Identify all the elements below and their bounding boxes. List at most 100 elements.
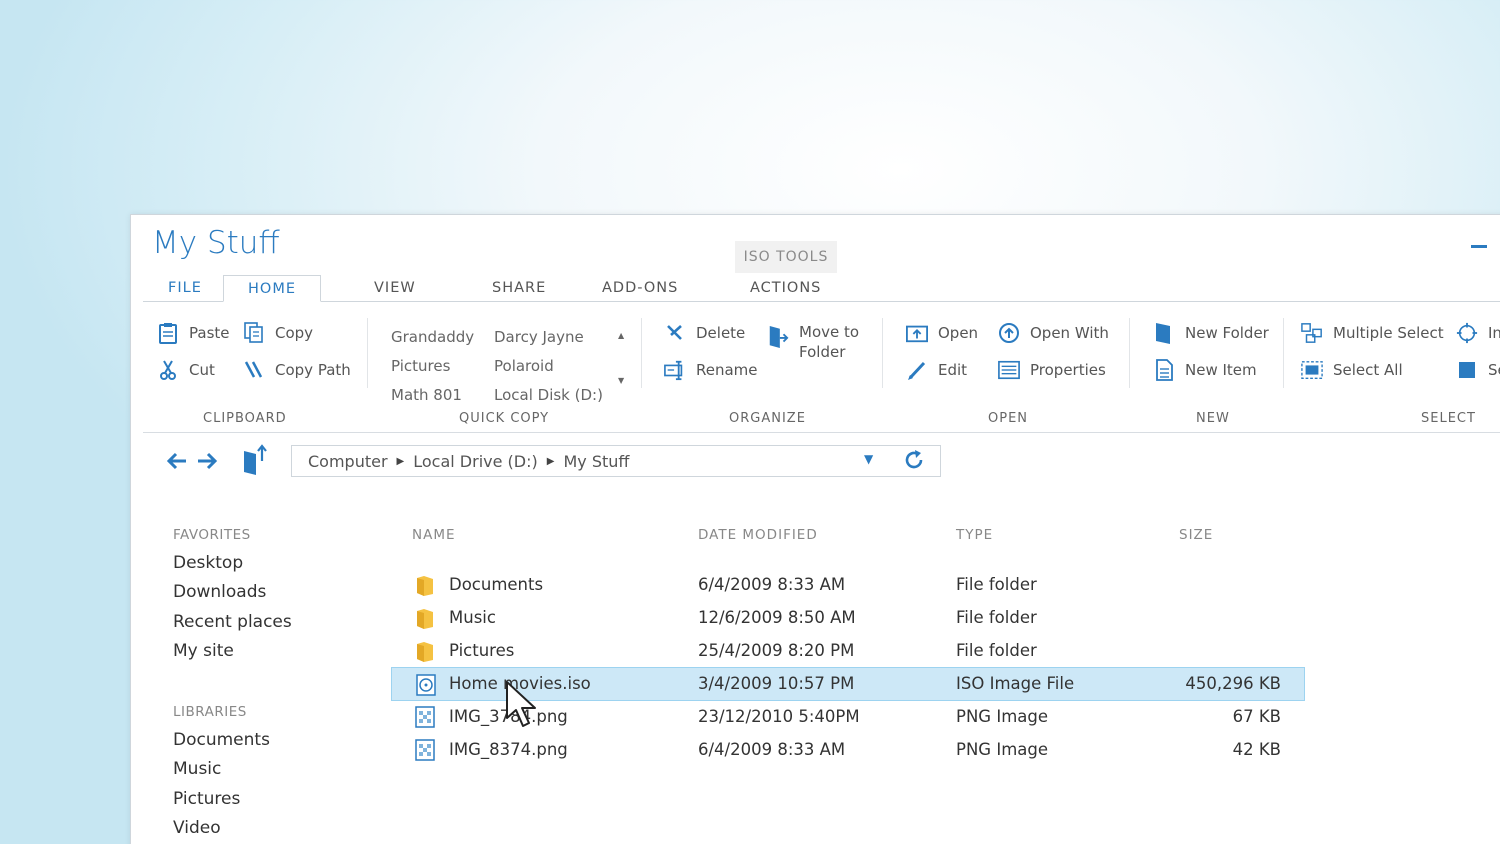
image-file-icon [415, 706, 435, 728]
breadcrumb-computer[interactable]: Computer [308, 452, 388, 471]
cut-button[interactable]: Cut [157, 359, 215, 381]
file-size [1151, 634, 1281, 668]
quick-copy-item[interactable]: Grandaddy [391, 328, 474, 346]
breadcrumb-my-stuff[interactable]: My Stuff [563, 452, 629, 471]
quick-copy-item[interactable]: Polaroid [494, 357, 554, 375]
open-label: Open [938, 324, 979, 342]
file-type: ISO Image File [956, 674, 1075, 693]
table-row[interactable]: Pictures 25/4/2009 8:20 PM File folder [391, 634, 1305, 668]
address-dropdown-icon[interactable]: ▼ [864, 452, 873, 466]
multiple-select-label: Multiple Select [1333, 324, 1444, 342]
move-to-folder-button[interactable]: Move to Folder [767, 322, 859, 362]
tab-file[interactable]: FILE [168, 275, 202, 302]
sidebar-item-downloads[interactable]: Downloads [173, 582, 266, 602]
open-with-label: Open With [1030, 324, 1109, 342]
scroll-down-icon[interactable]: ▼ [618, 376, 624, 385]
refresh-icon[interactable] [902, 448, 926, 476]
column-header-date[interactable]: DATE MODIFIED [698, 527, 818, 543]
file-date: 12/6/2009 8:50 AM [698, 608, 856, 627]
file-size [1151, 568, 1281, 602]
file-size: 450,296 KB [1185, 674, 1281, 693]
copy-path-button[interactable]: Copy Path [243, 359, 351, 381]
minimize-button[interactable] [1471, 245, 1487, 248]
open-with-button[interactable]: Open With [998, 322, 1109, 344]
open-button[interactable]: Open [906, 322, 978, 344]
sidebar-item-desktop[interactable]: Desktop [173, 553, 243, 573]
navigation-bar: Computer ▶ Local Drive (D:) ▶ My Stuff ▼ [131, 433, 1500, 493]
sidebar-item-music[interactable]: Music [173, 759, 221, 779]
file-date: 25/4/2009 8:20 PM [698, 641, 855, 660]
file-explorer-window: My Stuff ISO TOOLS FILE HOME VIEW SHARE … [130, 214, 1500, 844]
rename-button[interactable]: Rename [664, 359, 758, 381]
forward-arrow-icon[interactable] [195, 449, 219, 477]
multiple-select-button[interactable]: Multiple Select [1301, 322, 1444, 344]
open-with-icon [998, 322, 1020, 344]
column-header-size[interactable]: SIZE [1179, 527, 1213, 543]
invert-selection-icon [1456, 322, 1478, 344]
tab-actions[interactable]: ACTIONS [750, 275, 821, 302]
folder-icon [415, 574, 435, 596]
folder-icon [415, 607, 435, 629]
new-folder-button[interactable]: New Folder [1153, 322, 1269, 344]
organize-group-label: ORGANIZE [729, 411, 806, 426]
context-tab-header: ISO TOOLS [735, 241, 837, 273]
scroll-up-icon[interactable]: ▲ [618, 331, 624, 340]
invert-selection-label: In [1488, 324, 1500, 342]
table-row[interactable]: Documents 6/4/2009 8:33 AM File folder [391, 568, 1305, 602]
rename-icon [664, 359, 686, 381]
quick-copy-item[interactable]: Darcy Jayne [494, 328, 584, 346]
quick-copy-item[interactable]: Math 801 [391, 386, 462, 404]
table-row[interactable]: Music 12/6/2009 8:50 AM File folder [391, 601, 1305, 635]
quick-copy-group-label: QUICK COPY [459, 411, 550, 426]
paste-label: Paste [189, 324, 230, 342]
edit-button[interactable]: Edit [906, 359, 967, 381]
properties-button[interactable]: Properties [998, 359, 1106, 381]
quick-copy-item[interactable]: Pictures [391, 357, 450, 375]
select-none-label: Se [1488, 361, 1500, 379]
select-square-icon [1456, 359, 1478, 381]
new-item-icon [1153, 359, 1175, 381]
table-row[interactable]: IMG_8374.png 6/4/2009 8:33 AM PNG Image … [391, 733, 1305, 767]
tab-home[interactable]: HOME [223, 275, 321, 302]
up-folder-icon[interactable] [241, 443, 269, 481]
paste-button[interactable]: Paste [157, 322, 230, 344]
select-none-button[interactable]: Se [1456, 359, 1500, 381]
select-group-label: SELECT [1421, 411, 1476, 426]
file-date: 6/4/2009 8:33 AM [698, 575, 846, 594]
new-group-label: NEW [1196, 411, 1230, 426]
paste-icon [157, 322, 179, 344]
file-size: 42 KB [1232, 740, 1281, 759]
copy-path-label: Copy Path [275, 361, 351, 379]
file-name: Documents [449, 575, 544, 594]
invert-selection-button[interactable]: In [1456, 322, 1500, 344]
back-arrow-icon[interactable] [165, 449, 189, 477]
breadcrumb-chevron-icon[interactable]: ▶ [547, 456, 555, 467]
address-bar[interactable]: Computer ▶ Local Drive (D:) ▶ My Stuff ▼ [291, 445, 941, 477]
sidebar-item-video[interactable]: Video [173, 818, 221, 838]
breadcrumb-chevron-icon[interactable]: ▶ [397, 456, 405, 467]
image-file-icon [415, 739, 435, 761]
iso-file-icon [416, 674, 436, 696]
tab-add-ons[interactable]: ADD-ONS [602, 275, 678, 302]
pencil-icon [906, 359, 928, 381]
new-item-button[interactable]: New Item [1153, 359, 1257, 381]
column-header-type[interactable]: TYPE [956, 527, 993, 543]
select-all-button[interactable]: Select All [1301, 359, 1403, 381]
sidebar-item-pictures[interactable]: Pictures [173, 789, 240, 809]
quick-copy-item[interactable]: Local Disk (D:) [494, 386, 603, 404]
file-name: Pictures [449, 641, 515, 660]
column-header-name[interactable]: NAME [412, 527, 456, 543]
sidebar-item-recent-places[interactable]: Recent places [173, 612, 292, 632]
tab-view[interactable]: VIEW [374, 275, 416, 302]
edit-label: Edit [938, 361, 968, 379]
sidebar-item-documents[interactable]: Documents [173, 730, 270, 750]
new-item-label: New Item [1185, 361, 1257, 379]
file-type: File folder [956, 575, 1037, 594]
file-name: IMG_8374.png [449, 740, 568, 759]
file-size: 67 KB [1232, 707, 1281, 726]
copy-button[interactable]: Copy [243, 322, 313, 344]
delete-button[interactable]: Delete [664, 322, 745, 344]
tab-share[interactable]: SHARE [492, 275, 546, 302]
sidebar-item-my-site[interactable]: My site [173, 641, 234, 661]
breadcrumb-local-drive[interactable]: Local Drive (D:) [413, 452, 538, 471]
